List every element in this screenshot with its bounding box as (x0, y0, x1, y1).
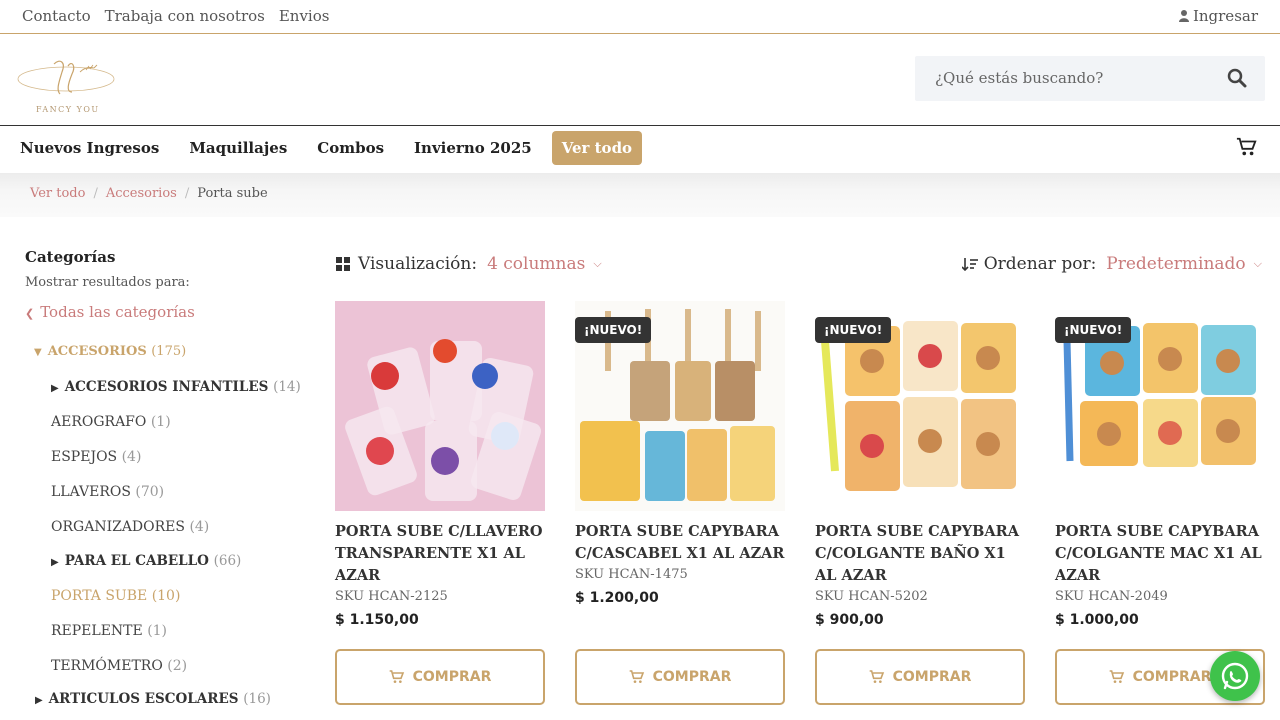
nav-ver-todo[interactable]: Ver todo (551, 131, 643, 165)
product-card[interactable]: ¡NUEVO! PORTA SUBE CAPYBARA C/COLGANTE M… (1055, 301, 1265, 705)
category-organizadores[interactable]: ORGANIZADORES (4) (51, 519, 209, 535)
category-sidebar: Categorías Mostrar resultados para: ❮ Tod… (25, 248, 305, 321)
view-label: Visualización: (358, 254, 478, 274)
buy-button-label: COMPRAR (892, 669, 972, 685)
work-with-us-link[interactable]: Trabaja con nosotros (105, 7, 265, 25)
whatsapp-button[interactable] (1210, 651, 1260, 701)
buy-button[interactable]: COMPRAR (575, 649, 785, 705)
login-label: Ingresar (1192, 7, 1258, 25)
caret-right-icon: ▶ (51, 557, 59, 568)
main-nav: Nuevos Ingresos Maquillajes Combos Invie… (0, 126, 1280, 173)
fancy-you-logo[interactable]: FANCY YOU (16, 52, 120, 126)
breadcrumb: Ver todo / Accesorios / Porta sube (30, 186, 268, 201)
category-accesorios-infantiles[interactable]: ▶ ACCESORIOS INFANTILES (14) (51, 379, 301, 395)
sort-icon (961, 258, 978, 271)
login-link[interactable]: Ingresar (1178, 7, 1258, 25)
breadcrumb-accesorios[interactable]: Accesorios (106, 186, 177, 201)
breadcrumb-separator: / (93, 186, 98, 201)
buy-button-label: COMPRAR (412, 669, 492, 685)
product-price: $ 1.000,00 (1055, 612, 1139, 628)
product-name[interactable]: PORTA SUBE CAPYBARA C/CASCABEL X1 AL AZA… (575, 521, 785, 565)
new-badge: ¡NUEVO! (815, 317, 892, 343)
category-espejos[interactable]: ESPEJOS (4) (51, 449, 141, 465)
product-price: $ 900,00 (815, 612, 884, 628)
buy-button-label: COMPRAR (1132, 669, 1212, 685)
category-termometro[interactable]: TERMÓMETRO (2) (51, 658, 187, 674)
product-image[interactable]: ¡NUEVO! (1055, 301, 1265, 511)
sort-label: Ordenar por: (983, 254, 1097, 274)
product-sku: SKU HCAN-2049 (1055, 589, 1168, 604)
product-image[interactable]: ¡NUEVO! (575, 301, 785, 511)
buy-button[interactable]: COMPRAR (815, 649, 1025, 705)
category-llaveros[interactable]: LLAVEROS (70) (51, 484, 164, 500)
search-input[interactable]: ¿Qué estás buscando? (935, 69, 1103, 87)
all-categories-label: Todas las categorías (40, 303, 195, 321)
cart-small-icon (629, 670, 644, 683)
sort-selector[interactable]: Ordenar por: Predeterminado ⌵ (961, 254, 1262, 274)
product-card[interactable]: PORTA SUBE C/LLAVERO TRANSPARENTE X1 AL … (335, 301, 545, 705)
cart-small-icon (389, 670, 404, 683)
sidebar-title: Categorías (25, 248, 116, 266)
product-name[interactable]: PORTA SUBE CAPYBARA C/COLGANTE BAÑO X1 A… (815, 521, 1025, 587)
product-price: $ 1.200,00 (575, 590, 659, 606)
product-image[interactable]: ¡NUEVO! (815, 301, 1025, 511)
view-selector[interactable]: Visualización: 4 columnas ⌵ (336, 254, 602, 274)
sidebar-subtitle: Mostrar resultados para: (25, 275, 190, 290)
contact-link[interactable]: Contacto (22, 7, 91, 25)
nav-maquillajes[interactable]: Maquillajes (189, 131, 287, 165)
category-para-el-cabello[interactable]: ▶ PARA EL CABELLO (66) (51, 553, 241, 569)
buy-button[interactable]: COMPRAR (335, 649, 545, 705)
caret-right-icon: ▶ (51, 383, 59, 394)
chevron-down-icon: ⌵ (593, 257, 602, 270)
grid-icon (336, 257, 350, 271)
product-name[interactable]: PORTA SUBE C/LLAVERO TRANSPARENTE X1 AL … (335, 521, 545, 587)
all-categories-link[interactable]: ❮ Todas las categorías (25, 303, 305, 321)
chevron-left-icon: ❮ (25, 307, 35, 320)
nav-nuevos-ingresos[interactable]: Nuevos Ingresos (20, 131, 159, 165)
top-bar: Contacto Trabaja con nosotros Envios Ing… (0, 0, 1280, 34)
category-accesorios[interactable]: ▼ ACCESORIOS (175) (34, 344, 186, 359)
new-badge: ¡NUEVO! (1055, 317, 1132, 343)
cart-small-icon (1109, 670, 1124, 683)
category-articulos-escolares[interactable]: ▶ ARTICULOS ESCOLARES (16) (35, 691, 271, 707)
header: FANCY YOU ¿Qué estás buscando? (0, 34, 1280, 126)
product-card[interactable]: ¡NUEVO! PORTA SUBE CAPYBARA C/COLGANTE B… (815, 301, 1025, 705)
breadcrumb-separator: / (184, 186, 190, 201)
cart-icon[interactable] (1236, 136, 1258, 158)
sort-value[interactable]: Predeterminado (1106, 254, 1245, 274)
category-aerografo[interactable]: AEROGRAFO (1) (51, 414, 171, 430)
product-image[interactable] (335, 301, 545, 511)
view-value[interactable]: 4 columnas (487, 254, 585, 274)
nav-invierno-2025[interactable]: Invierno 2025 (414, 131, 532, 165)
user-icon (1178, 10, 1189, 22)
category-repelente[interactable]: REPELENTE (1) (51, 623, 167, 639)
product-price: $ 1.150,00 (335, 612, 419, 628)
nav-combos[interactable]: Combos (317, 131, 384, 165)
buy-button-label: COMPRAR (652, 669, 732, 685)
new-badge: ¡NUEVO! (575, 317, 652, 343)
search-icon[interactable] (1227, 68, 1247, 88)
category-porta-sube[interactable]: PORTA SUBE (10) (51, 588, 180, 604)
product-card[interactable]: ¡NUEVO! PORTA SUBE CAPYBARA C/CASCABEL X… (575, 301, 785, 705)
breadcrumb-ver-todo[interactable]: Ver todo (30, 186, 85, 201)
whatsapp-icon (1221, 662, 1249, 690)
product-name[interactable]: PORTA SUBE CAPYBARA C/COLGANTE MAC X1 AL… (1055, 521, 1265, 587)
top-links: Contacto Trabaja con nosotros Envios (22, 7, 329, 25)
search-box[interactable]: ¿Qué estás buscando? (915, 56, 1265, 101)
cart-small-icon (869, 670, 884, 683)
breadcrumb-current: Porta sube (197, 186, 268, 201)
caret-down-icon: ▼ (34, 347, 42, 358)
breadcrumb-bar: Ver todo / Accesorios / Porta sube (0, 173, 1280, 217)
logo-text: FANCY YOU (36, 105, 100, 114)
shipping-link[interactable]: Envios (279, 7, 330, 25)
product-sku: SKU HCAN-5202 (815, 589, 928, 604)
chevron-down-icon: ⌵ (1253, 257, 1262, 270)
product-sku: SKU HCAN-2125 (335, 589, 448, 604)
product-sku: SKU HCAN-1475 (575, 567, 688, 582)
caret-right-icon: ▶ (35, 695, 43, 706)
